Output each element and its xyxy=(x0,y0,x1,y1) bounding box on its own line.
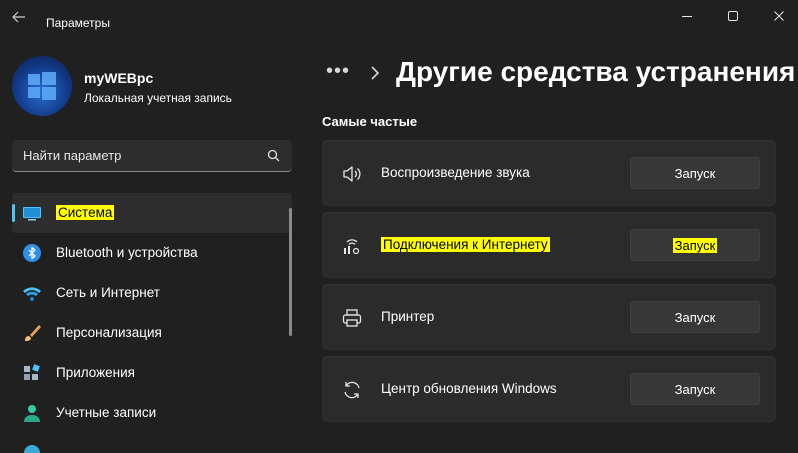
search-box xyxy=(12,140,292,172)
sidebar-item-label: Система xyxy=(56,205,115,220)
troubleshooter-label: Центр обновления Windows xyxy=(381,381,557,396)
troubleshooter-label: Подключения к Интернету xyxy=(381,237,550,252)
run-audio-button[interactable]: Запуск xyxy=(630,157,760,189)
globe-icon xyxy=(24,445,40,453)
breadcrumb-more[interactable]: ••• xyxy=(326,60,350,83)
sidebar-item-system[interactable]: Система xyxy=(12,193,292,233)
run-windows-update-button[interactable]: Запуск xyxy=(630,373,760,405)
network-icon xyxy=(344,239,360,255)
chevron-right-icon xyxy=(371,66,380,80)
window-title: Параметры xyxy=(46,16,110,30)
search-icon[interactable] xyxy=(266,148,282,164)
button-label: Запуск xyxy=(672,237,718,253)
close-button[interactable] xyxy=(756,0,798,32)
sidebar-item-apps[interactable]: Приложения xyxy=(12,353,292,393)
sidebar-item-partial[interactable] xyxy=(12,433,292,453)
run-internet-button[interactable]: Запуск xyxy=(630,229,760,261)
sidebar-item-accounts[interactable]: Учетные записи xyxy=(12,393,292,433)
sidebar-item-personalization[interactable]: Персонализация xyxy=(12,313,292,353)
title-bar: Параметры xyxy=(0,0,798,34)
maximize-button[interactable] xyxy=(710,0,756,32)
sidebar-scrollbar[interactable] xyxy=(289,208,292,336)
page-title: Другие средства устранения xyxy=(396,56,796,87)
back-button[interactable] xyxy=(8,8,30,26)
minimize-button[interactable] xyxy=(664,0,710,32)
wifi-icon xyxy=(23,287,41,301)
printer-icon xyxy=(342,309,362,327)
account-icon xyxy=(24,405,40,422)
sidebar-item-label: Приложения xyxy=(56,365,135,380)
monitor-icon xyxy=(23,207,41,221)
search-input[interactable] xyxy=(12,140,262,170)
apps-icon xyxy=(24,364,40,380)
highlighted-text: Подключения к Интернету xyxy=(381,237,550,252)
close-icon xyxy=(774,11,784,21)
brush-icon xyxy=(25,325,41,341)
troubleshooter-card-audio: Воспроизведение звука Запуск xyxy=(322,140,776,206)
arrow-left-icon xyxy=(12,11,25,23)
troubleshooter-label: Воспроизведение звука xyxy=(381,165,530,180)
troubleshooter-card-windows-update: Центр обновления Windows Запуск xyxy=(322,356,776,422)
sidebar-item-label: Учетные записи xyxy=(56,405,157,420)
troubleshooter-card-printer: Принтер Запуск xyxy=(322,284,776,350)
refresh-icon xyxy=(344,381,360,399)
account-type: Локальная учетная запись xyxy=(84,91,232,105)
sidebar-item-bluetooth[interactable]: Bluetooth и устройства xyxy=(12,233,292,273)
run-printer-button[interactable]: Запуск xyxy=(630,301,760,333)
section-title: Самые частые xyxy=(322,114,418,129)
button-label: Запуск xyxy=(674,309,716,325)
troubleshooter-card-internet: Подключения к Интернету Запуск xyxy=(322,212,776,278)
speaker-icon xyxy=(343,166,361,182)
button-label: Запуск xyxy=(674,381,716,397)
troubleshooter-label: Принтер xyxy=(381,309,435,324)
button-label: Запуск xyxy=(674,165,716,181)
sidebar-nav: Система Bluetooth и устройства Сеть и Ин… xyxy=(12,193,292,453)
sidebar-item-label: Персонализация xyxy=(56,325,162,340)
highlighted-text: Система xyxy=(56,205,115,220)
bluetooth-icon xyxy=(23,244,41,262)
avatar[interactable] xyxy=(12,56,72,116)
sidebar-item-network[interactable]: Сеть и Интернет xyxy=(12,273,292,313)
active-indicator xyxy=(12,204,15,222)
maximize-icon xyxy=(728,11,738,21)
minimize-icon xyxy=(682,15,692,17)
windows-logo-icon xyxy=(28,72,56,100)
user-name: myWEBpc xyxy=(84,70,154,86)
sidebar-item-label: Bluetooth и устройства xyxy=(56,245,198,260)
sidebar-item-label: Сеть и Интернет xyxy=(56,285,160,300)
